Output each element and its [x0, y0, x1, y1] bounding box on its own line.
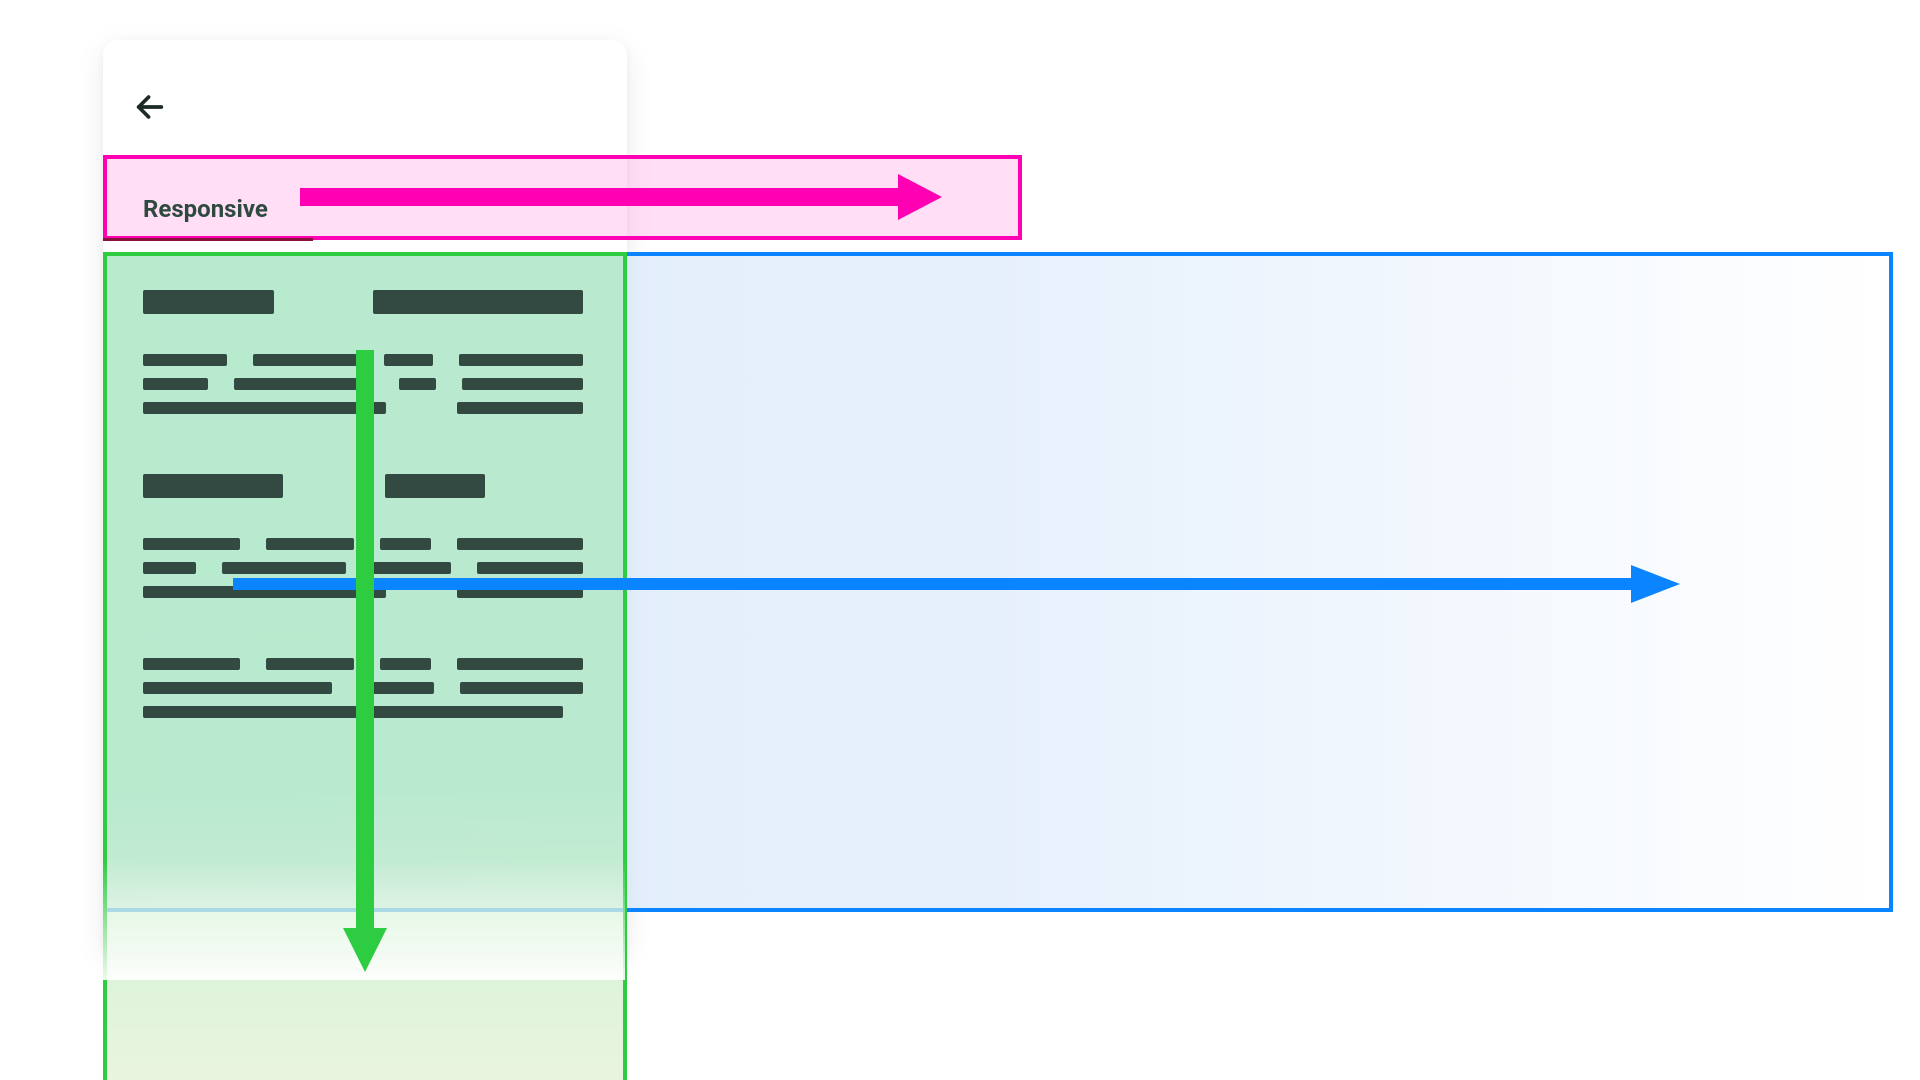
arrowhead-down-icon	[343, 928, 387, 972]
mobile-header	[103, 40, 627, 150]
back-arrow-icon[interactable]	[133, 90, 167, 124]
arrowhead-right-icon	[1631, 565, 1680, 603]
arrowhead-right-icon	[898, 174, 942, 220]
tab-underline	[103, 238, 313, 241]
tab-responsive[interactable]: Responsive	[143, 195, 268, 223]
diagram-stage: Responsive	[0, 0, 1920, 1080]
